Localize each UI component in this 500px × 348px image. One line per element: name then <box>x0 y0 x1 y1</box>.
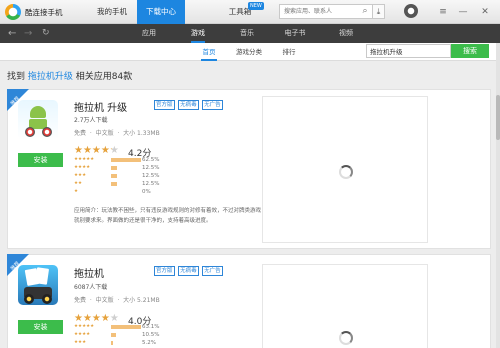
app-name[interactable]: 拖拉机 <box>74 265 104 280</box>
app-size: 大小 5.21MB <box>123 297 160 304</box>
app-language: 中文版 <box>95 297 114 304</box>
phone-connect-icon[interactable] <box>404 4 418 18</box>
tag-official: 官方版 <box>154 100 175 110</box>
distribution-stars: ★ <box>74 189 79 194</box>
app-price: 免费 <box>74 130 87 137</box>
download-icon[interactable]: ⤓ <box>372 4 385 19</box>
install-button[interactable]: 安装 <box>18 153 63 167</box>
new-badge: NEW <box>248 2 264 10</box>
distribution-bar <box>111 341 114 345</box>
rating-distribution-row: ★★★ 5.2% <box>74 340 156 346</box>
app-logo-icon <box>5 4 21 20</box>
result-heading: 找到 拖拉机升级 相关应用84款 <box>7 69 132 82</box>
result-keyword: 拖拉机升级 <box>27 72 73 82</box>
tab-games[interactable]: 游戏 <box>183 24 213 43</box>
subtab-home[interactable]: 首页 <box>199 43 219 61</box>
tab-music[interactable]: 音乐 <box>232 24 262 43</box>
result-suffix: 相关应用84款 <box>75 72 133 82</box>
distribution-percent: 63.1% <box>142 324 160 330</box>
tab-apps[interactable]: 应用 <box>134 24 164 43</box>
tag-no-virus: 无病毒 <box>178 266 199 276</box>
distribution-percent: 62.5% <box>142 157 160 163</box>
rating-distribution-row: ★★★★★ 62.5% <box>74 157 159 163</box>
forward-arrow-icon[interactable]: → <box>24 24 32 43</box>
distribution-percent: 12.5% <box>142 173 160 179</box>
rating-distribution-row: ★ 0% <box>74 189 151 195</box>
distribution-percent: 5.2% <box>142 340 156 346</box>
distribution-percent: 12.5% <box>142 165 160 171</box>
distribution-stars: ★★★★★ <box>74 157 95 162</box>
rating-distribution-row: ★★★★★ 63.1% <box>74 324 159 330</box>
tag-no-ads: 无广告 <box>202 266 223 276</box>
app-icon[interactable] <box>18 265 58 305</box>
back-arrow-icon[interactable]: ← <box>8 24 16 43</box>
screenshot-preview <box>262 264 428 348</box>
distribution-bar <box>111 182 117 186</box>
nav-my-phone[interactable]: 我的手机 <box>92 0 132 24</box>
rating-distribution-row: ★★★ 12.5% <box>74 173 159 179</box>
scrollbar-track[interactable] <box>496 43 500 348</box>
app-meta: 免费 · 中文版 · 大小 5.21MB <box>74 297 160 304</box>
app-card: 推荐 安装 拖拉机 升级 官方版 无病毒 无广告 2.7万人下载 免费 · 中文… <box>7 89 491 249</box>
tab-ebooks[interactable]: 电子书 <box>280 24 310 43</box>
subtab-ranking[interactable]: 排行 <box>279 43 299 61</box>
app-meta: 免费 · 中文版 · 大小 1.33MB <box>74 130 160 137</box>
distribution-bar <box>111 333 117 337</box>
sub-tab-bar: 首页 游戏分类 排行 搜索 <box>0 43 496 61</box>
tag-no-virus: 无病毒 <box>178 100 199 110</box>
title-bar: 酷连接手机 我的手机 下载中心 工具箱 NEW ⌕ ⤓ ≡ — ✕ <box>0 0 500 24</box>
rating-distribution-row: ★★ 12.5% <box>74 181 159 187</box>
app-description: 应用简介：玩法教不困些，只有违反游戏规则的对修有着效，不过对牌类游戏就别要求来。… <box>74 208 262 224</box>
app-tags: 官方版 无病毒 无广告 <box>154 265 224 276</box>
app-search-button[interactable]: 搜索 <box>451 44 489 58</box>
scrollbar-thumb[interactable] <box>496 95 500 140</box>
close-button[interactable]: ✕ <box>478 5 492 19</box>
rating-stars: ★★★★★ <box>74 145 119 156</box>
app-language: 中文版 <box>95 130 114 137</box>
app-size: 大小 1.33MB <box>123 130 160 137</box>
distribution-stars: ★★★ <box>74 340 87 345</box>
distribution-bar <box>111 166 117 170</box>
minimize-button[interactable]: — <box>456 5 470 19</box>
result-prefix: 找到 <box>7 72 26 82</box>
distribution-stars: ★★★ <box>74 173 87 178</box>
tab-videos[interactable]: 视频 <box>331 24 361 43</box>
distribution-bar <box>111 325 142 329</box>
download-count: 6087人下载 <box>74 284 108 291</box>
app-tags: 官方版 无病毒 无广告 <box>154 99 224 110</box>
distribution-stars: ★★★★ <box>74 165 91 170</box>
loading-spinner-icon <box>339 331 353 345</box>
nav-download-center[interactable]: 下载中心 <box>137 0 185 24</box>
distribution-stars: ★★★★★ <box>74 324 95 329</box>
distribution-stars: ★★ <box>74 181 83 186</box>
app-icon[interactable] <box>18 100 58 140</box>
distribution-bar <box>111 158 141 162</box>
search-icon[interactable]: ⌕ <box>359 4 371 19</box>
download-count: 2.7万人下载 <box>74 117 108 124</box>
app-name[interactable]: 拖拉机 升级 <box>74 99 127 114</box>
app-search-input[interactable] <box>366 44 451 58</box>
loading-spinner-icon <box>339 165 353 179</box>
distribution-stars: ★★★★ <box>74 332 91 337</box>
category-bar: ← → ↻ 应用 游戏 音乐 电子书 视频 <box>0 24 500 43</box>
rating-distribution-row: ★★★★ 12.5% <box>74 165 159 171</box>
app-price: 免费 <box>74 297 87 304</box>
subtab-game-categories[interactable]: 游戏分类 <box>233 43 265 61</box>
rating-stars: ★★★★★ <box>74 313 119 324</box>
menu-button[interactable]: ≡ <box>436 5 450 19</box>
distribution-percent: 0% <box>142 189 151 195</box>
tag-no-ads: 无广告 <box>202 100 223 110</box>
brand-name: 酷连接手机 <box>25 8 63 17</box>
install-button[interactable]: 安装 <box>18 320 63 334</box>
distribution-percent: 12.5% <box>142 181 160 187</box>
rating-distribution-row: ★★★★ 10.5% <box>74 332 159 338</box>
distribution-percent: 10.5% <box>142 332 160 338</box>
refresh-icon[interactable]: ↻ <box>42 24 50 43</box>
app-card: 推荐 安装 拖拉机 官方版 无病毒 无广告 6087人下载 免费 · 中文版 ·… <box>7 254 491 348</box>
tag-official: 官方版 <box>154 266 175 276</box>
distribution-bar <box>111 174 117 178</box>
screenshot-preview <box>262 96 428 243</box>
